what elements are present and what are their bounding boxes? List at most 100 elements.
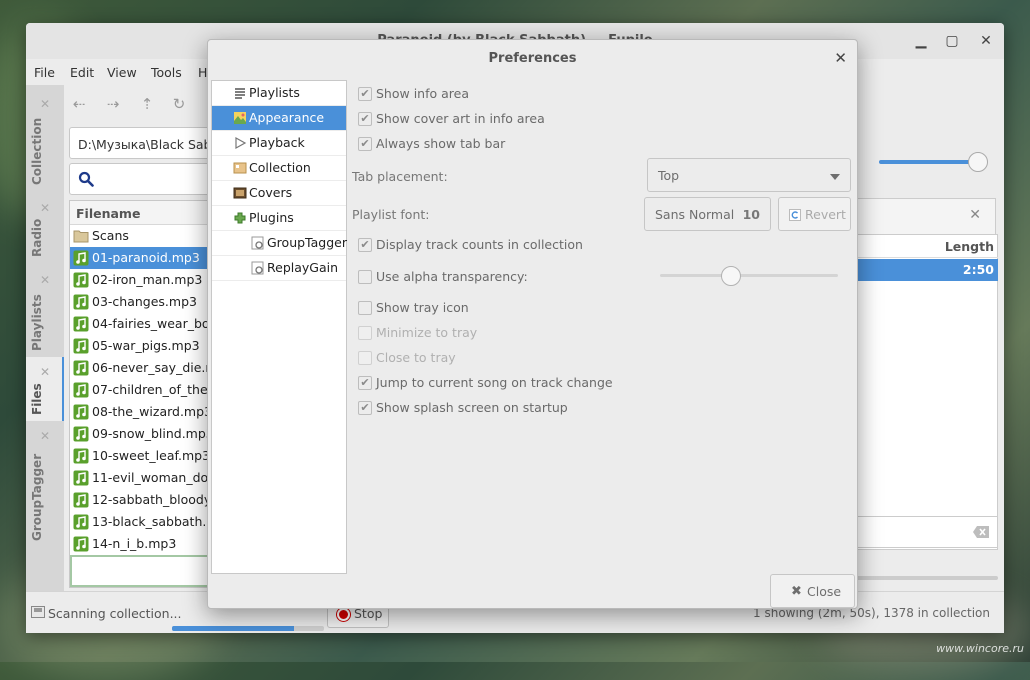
file-row[interactable]: 06-never_say_die.mp3 [70,357,218,379]
volume-slider-handle[interactable] [968,152,988,172]
option-label: Jump to current song on track change [376,375,613,390]
tab-playlists[interactable]: ✕ Playlists [26,265,64,357]
close-icon[interactable]: ✕ [834,49,847,67]
chevron-down-icon [830,174,840,180]
close-icon[interactable]: ✕ [38,97,52,111]
checkbox [358,351,372,365]
seek-slider[interactable] [856,576,998,580]
nav-item-playlists[interactable]: Playlists [212,81,346,106]
audio-file-icon [73,492,89,508]
length-column-header[interactable]: Length [856,234,998,258]
refresh-icon[interactable]: ↻ [168,93,190,115]
file-name: 04-fairies_wear_boots.mp3 [92,316,218,331]
close-button[interactable]: ✖ Close [770,574,855,608]
file-name: 08-the_wizard.mp3 [92,404,212,419]
up-icon[interactable]: ⇡ [136,93,158,115]
close-icon[interactable]: ✕ [38,273,52,287]
file-row[interactable]: 01-paranoid.mp3 [70,247,218,269]
file-row[interactable]: 09-snow_blind.mp3 [70,423,218,445]
nav-item-label: Collection [249,160,311,175]
revert-button[interactable]: Revert [778,197,851,231]
close-icon[interactable]: ✕ [969,207,981,223]
file-row[interactable]: 13-black_sabbath.mp3 [70,511,218,533]
option-label: Show splash screen on startup [376,400,568,415]
font-chooser-button[interactable]: Sans Normal 10 [644,197,771,231]
menu-view[interactable]: View [107,65,137,80]
checkbox[interactable]: ✔ [358,238,372,252]
audio-file-icon [73,338,89,354]
nav-item-replaygain[interactable]: ReplayGain [212,256,346,281]
file-row[interactable]: 10-sweet_leaf.mp3 [70,445,218,467]
tab-placement-label: Tab placement: [352,169,448,184]
side-tab-bar: ✕ Collection ✕ Radio ✕ Playlists ✕ Files… [26,85,64,591]
menu-edit[interactable]: Edit [70,65,94,80]
checkbox[interactable] [358,301,372,315]
close-icon[interactable]: ✕ [38,429,52,443]
file-entry-field[interactable] [70,555,218,587]
file-row[interactable]: 12-sabbath_bloody_sabbath.mp3 [70,489,218,511]
path-input[interactable]: D:\Музыка\Black Sabbath [69,127,219,159]
close-icon[interactable]: ✕ [38,365,52,379]
clear-icon[interactable] [973,526,989,538]
nav-item-covers[interactable]: Covers [212,181,346,206]
playback-icon [235,136,247,150]
checkbox[interactable]: ✔ [358,137,372,151]
nav-item-label: Appearance [249,110,325,125]
nav-item-playback[interactable]: Playback [212,131,346,156]
checkbox[interactable]: ✔ [358,376,372,390]
audio-file-icon [73,382,89,398]
checkbox[interactable]: ✔ [358,401,372,415]
volume-slider[interactable] [879,160,979,164]
file-row[interactable]: 11-evil_woman_dont_play.mp3 [70,467,218,489]
folder-row[interactable]: Scans [70,225,218,247]
file-row[interactable]: 03-changes.mp3 [70,291,218,313]
revert-icon [789,209,801,221]
filename-column-header[interactable]: Filename [70,201,218,225]
nav-item-label: Playback [249,135,305,150]
nav-item-appearance[interactable]: Appearance [212,106,346,131]
close-icon: ✖ [791,584,802,599]
file-row[interactable]: 02-iron_man.mp3 [70,269,218,291]
nav-item-label: Covers [249,185,293,200]
checkbox[interactable]: ✔ [358,112,372,126]
tab-radio[interactable]: ✕ Radio [26,193,64,265]
checkbox[interactable]: ✔ [358,87,372,101]
menu-tools[interactable]: Tools [151,65,182,80]
file-row[interactable]: 14-n_i_b.mp3 [70,533,218,555]
tab-grouptagger[interactable]: ✕ GroupTagger [26,421,64,551]
playlist-filter-input[interactable] [856,516,998,548]
forward-icon[interactable]: ⇢ [102,93,124,115]
file-list[interactable]: Filename Scans 01-paranoid.mp3 02-iron_man… [69,200,219,588]
audio-file-icon [73,360,89,376]
menu-file[interactable]: File [34,65,55,80]
tab-collection[interactable]: ✕ Collection [26,85,64,193]
file-row[interactable]: 04-fairies_wear_boots.mp3 [70,313,218,335]
minimize-button[interactable]: ▁ [911,31,931,51]
checkbox[interactable] [358,270,372,284]
file-row[interactable]: 05-war_pigs.mp3 [70,335,218,357]
alpha-slider[interactable] [660,274,838,277]
tab-label: GroupTagger [30,453,44,541]
tab-placement-select[interactable]: Top [647,158,851,192]
close-window-button[interactable]: ✕ [976,31,996,51]
maximize-button[interactable]: ▢ [942,31,962,51]
nav-item-grouptagger[interactable]: GroupTagger [212,231,347,256]
close-icon[interactable]: ✕ [38,201,52,215]
playlist-tab[interactable]: ✕ [856,198,996,234]
menu-help[interactable]: H [198,65,207,80]
file-row[interactable]: 07-children_of_the_grave.mp3 [70,379,218,401]
alpha-slider-handle[interactable] [721,266,742,286]
playlist-row-length[interactable]: 2:50 [856,259,998,281]
tab-files[interactable]: ✕ Files [26,357,64,421]
nav-item-plugins[interactable]: Plugins [212,206,346,231]
file-row[interactable]: 08-the_wizard.mp3 [70,401,218,423]
nav-item-collection[interactable]: Collection [212,156,346,181]
option-label: Show cover art in info area [376,111,545,126]
tab-label: Radio [30,218,44,257]
file-search-input[interactable] [69,163,219,195]
back-icon[interactable]: ⇠ [68,93,90,115]
option-label: Show info area [376,86,469,101]
playlist-view[interactable] [856,234,998,550]
file-name: 06-never_say_die.mp3 [92,360,218,375]
audio-file-icon [73,470,89,486]
